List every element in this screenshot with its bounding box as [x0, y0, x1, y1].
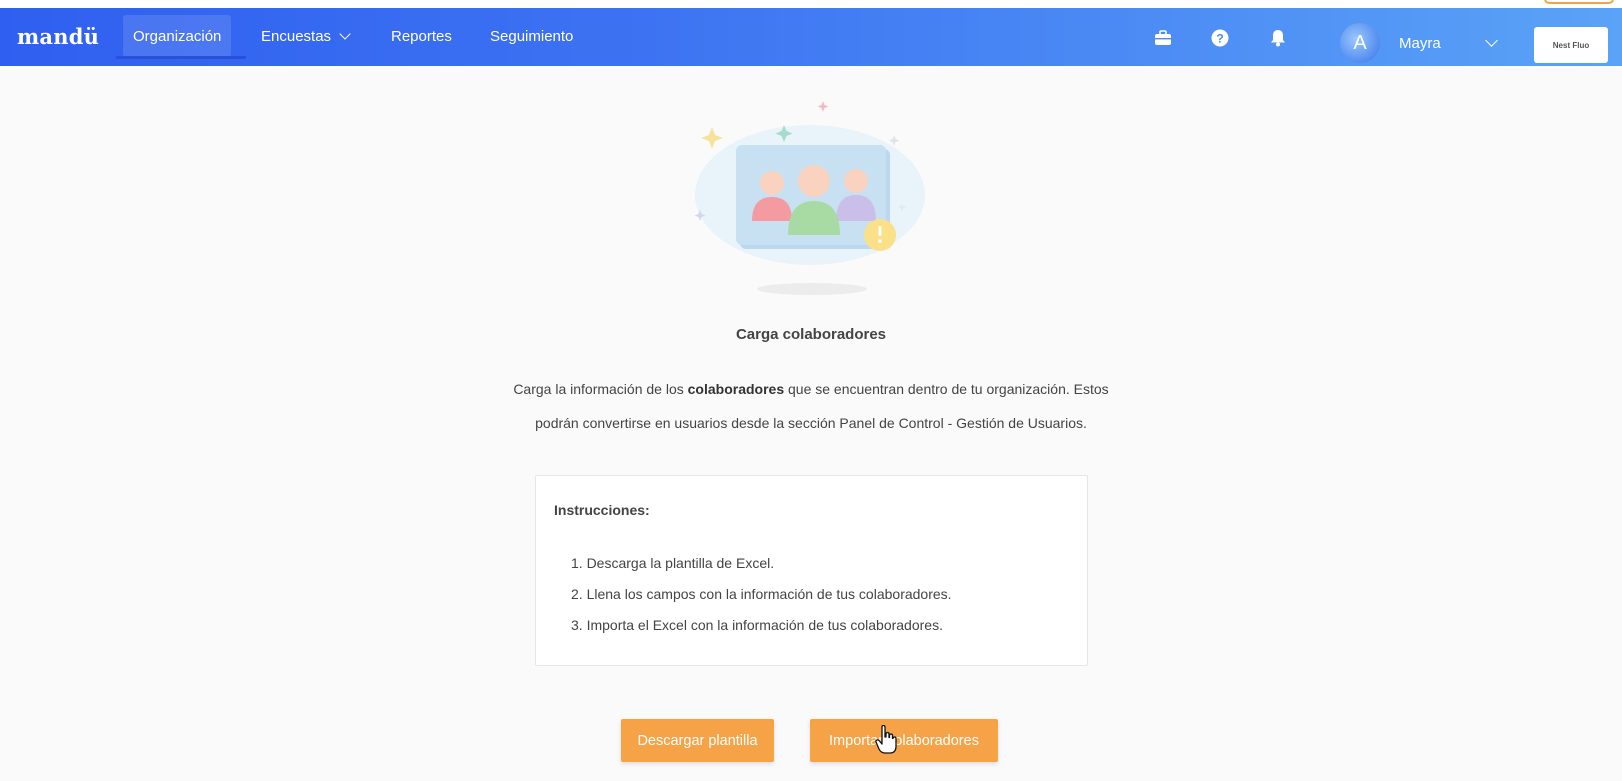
page-title: Carga colaboradores — [735, 326, 887, 343]
empty-state-illustration — [690, 95, 950, 305]
help-icon[interactable]: ? — [1210, 28, 1230, 48]
chevron-down-icon[interactable] — [1485, 34, 1498, 47]
avatar-letter: A — [1353, 31, 1367, 54]
nav-item-encuestas[interactable]: Encuestas — [251, 15, 359, 57]
list-item: 1. Descarga la plantilla de Excel. — [571, 555, 775, 571]
import-collaborators-button[interactable]: Importar colaboradores — [810, 719, 998, 762]
description-line-2: podrán convertirse en usuarios desde la … — [535, 415, 1087, 431]
bell-icon[interactable] — [1268, 28, 1288, 48]
instructions-list: 1. Descarga la plantilla de Excel. 2. Ll… — [571, 548, 952, 641]
instructions-card: Instrucciones: 1. Descarga la plantilla … — [535, 475, 1088, 666]
svg-text:?: ? — [1216, 32, 1223, 46]
nav-item-organizacion[interactable]: Organización — [123, 15, 232, 57]
nav-item-label: Encuestas — [261, 27, 332, 45]
nav-item-reportes[interactable]: Reportes — [381, 15, 462, 57]
briefcase-icon[interactable] — [1153, 28, 1173, 48]
hand-cursor-icon — [875, 724, 897, 755]
nav-item-label: Reportes — [391, 27, 452, 45]
browser-top-strip — [0, 0, 1622, 8]
description-text: Carga la información de los — [513, 381, 688, 397]
nav-item-label: Organización — [133, 27, 222, 45]
description-text: que se encuentran dentro de tu organizac… — [784, 381, 1109, 397]
top-orange-pill — [1544, 0, 1614, 4]
download-template-button[interactable]: Descargar plantilla — [621, 719, 774, 762]
list-item: 3. Importa el Excel con la información d… — [571, 617, 943, 633]
page-description: Carga la información de los colaboradore… — [411, 372, 1211, 440]
app-logo[interactable]: mandü — [17, 24, 99, 49]
avatar[interactable]: A — [1340, 23, 1380, 63]
nav-item-seguimiento[interactable]: Seguimiento — [480, 15, 583, 57]
company-switcher[interactable]: Nest Fluo — [1534, 27, 1608, 63]
company-label: Nest Fluo — [1552, 40, 1590, 50]
active-nav-underline — [116, 56, 246, 59]
nav-item-label: Seguimiento — [490, 27, 574, 45]
description-bold: colaboradores — [687, 381, 785, 397]
user-name[interactable]: Mayra — [1399, 35, 1441, 52]
instructions-title: Instrucciones: — [554, 502, 650, 518]
description-line-1: Carga la información de los colaboradore… — [411, 372, 1211, 406]
list-item: 2. Llena los campos con la información d… — [571, 586, 952, 602]
chevron-down-icon — [339, 28, 351, 40]
